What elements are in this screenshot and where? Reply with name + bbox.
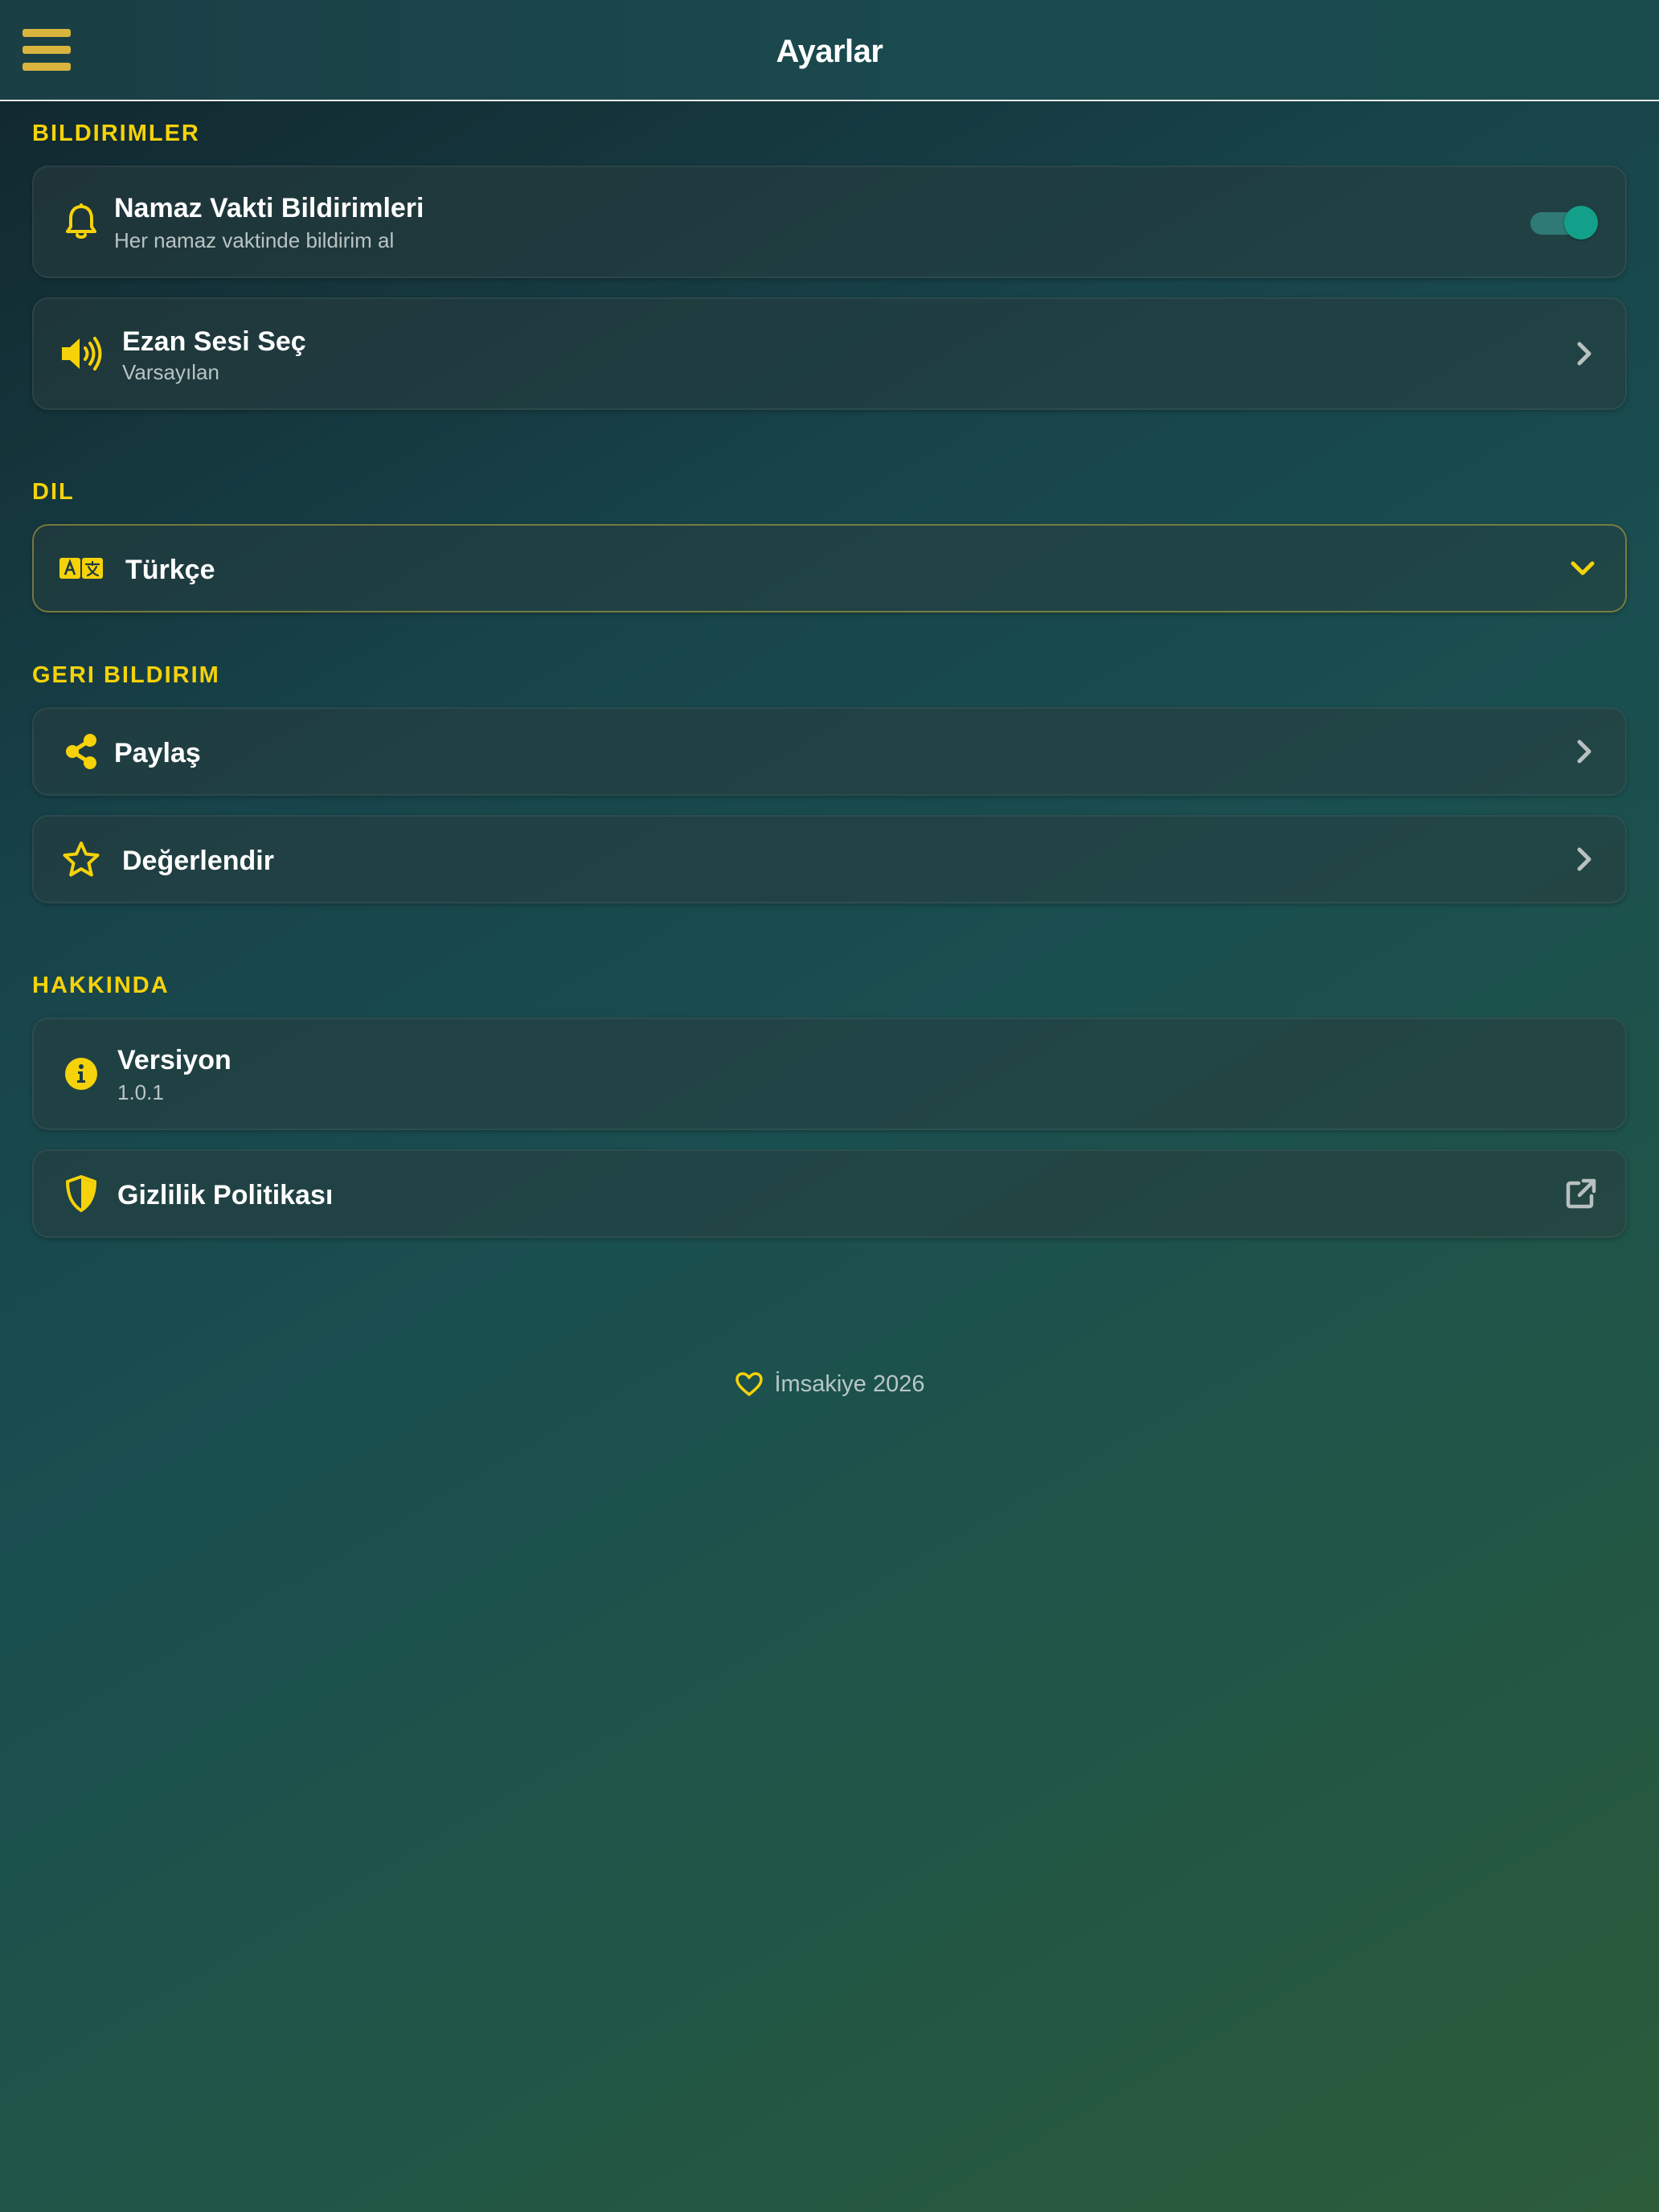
speaker-icon	[58, 330, 104, 377]
language-select[interactable]: Türkçe	[32, 524, 1627, 612]
prayer-notifications-subtitle: Her namaz vaktinde bildirim al	[114, 228, 395, 252]
shield-icon	[58, 1170, 104, 1217]
prayer-notifications-row[interactable]: Namaz Vakti Bildirimleri Her namaz vakti…	[32, 166, 1627, 278]
rate-row[interactable]: Değerlendir	[32, 815, 1627, 903]
chevron-right-icon	[1577, 847, 1591, 871]
page-title: Ayarlar	[776, 34, 883, 69]
star-icon	[58, 836, 104, 883]
bell-icon	[58, 199, 104, 245]
share-label: Paylaş	[114, 738, 201, 768]
section-title-about: HAKKINDA	[32, 973, 170, 998]
adhan-sound-subtitle: Varsayılan	[122, 360, 219, 384]
section-title-feedback: GERI BILDIRIM	[32, 662, 220, 688]
prayer-notifications-toggle[interactable]	[1530, 204, 1598, 240]
footer-text: İmsakiye 2026	[774, 1370, 925, 1397]
chevron-down-icon	[1571, 561, 1595, 576]
app-header: Ayarlar	[0, 0, 1659, 101]
selected-language: Türkçe	[125, 555, 215, 585]
footer: İmsakiye 2026	[0, 1366, 1659, 1402]
version-label: Versiyon	[117, 1045, 231, 1075]
adhan-sound-label: Ezan Sesi Seç	[122, 326, 306, 357]
chevron-right-icon	[1577, 739, 1591, 764]
external-link-icon	[1566, 1178, 1596, 1209]
translate-icon	[58, 545, 104, 592]
version-value: 1.0.1	[117, 1080, 164, 1104]
toggle-knob	[1564, 206, 1598, 240]
heart-icon	[735, 1372, 763, 1396]
info-icon	[58, 1051, 104, 1097]
share-icon	[58, 728, 104, 775]
section-title-language: DIL	[32, 479, 75, 505]
chevron-right-icon	[1577, 342, 1591, 366]
privacy-policy-label: Gizlilik Politikası	[117, 1180, 334, 1210]
adhan-sound-row[interactable]: Ezan Sesi Seç Varsayılan	[32, 297, 1627, 410]
section-title-notifications: BILDIRIMLER	[32, 121, 200, 146]
share-row[interactable]: Paylaş	[32, 707, 1627, 796]
prayer-notifications-label: Namaz Vakti Bildirimleri	[114, 193, 424, 223]
version-row: Versiyon 1.0.1	[32, 1018, 1627, 1130]
privacy-policy-row[interactable]: Gizlilik Politikası	[32, 1149, 1627, 1238]
rate-label: Değerlendir	[122, 846, 274, 876]
